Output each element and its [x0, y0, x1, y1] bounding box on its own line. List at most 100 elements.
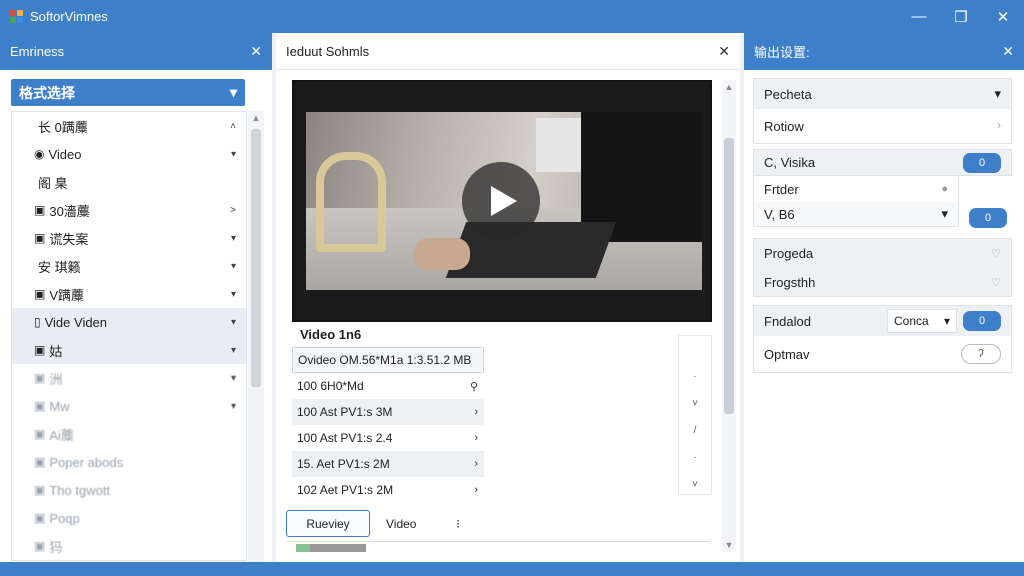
format-item-label: 洲 [49, 371, 63, 387]
format-list-item[interactable]: ▣ Mw ▾ [12, 392, 246, 420]
heart-icon[interactable]: ♡ [991, 247, 1001, 260]
format-list-item[interactable]: ▣ Poper abods [12, 448, 246, 476]
close-icon[interactable]: ✕ [250, 43, 262, 60]
format-list-item[interactable]: ◉ Video ▾ [12, 140, 246, 168]
rotation-row[interactable]: Rotiow › [754, 109, 1011, 143]
file-row[interactable]: 102 Aet PV1:s 2M › [292, 477, 484, 503]
toggle-switch[interactable]: ʔ [961, 344, 1001, 364]
file-list: Ovideo OM.56*M1a 1:3.51.2 MB 100 6H0*Md ⚲ 1… [292, 347, 484, 503]
review-button[interactable]: Rueviey [286, 510, 370, 537]
format-list-item[interactable]: ▣ 犸 [12, 532, 246, 560]
scene-hand [414, 238, 470, 270]
scroll-up-icon[interactable]: ▲ [722, 82, 736, 92]
close-icon[interactable]: ✕ [1002, 43, 1014, 60]
format-list-item[interactable]: 阁 臬 [12, 168, 246, 196]
format-icon: ▣ [34, 399, 46, 413]
heart-icon[interactable]: ♡ [991, 276, 1001, 289]
format-list: 长 0蹒蘪 ˄ ◉ Video ▾ 阁 臬 ▣ 30濇蘪 ˃ ▣ 谎失案 ▾ 安 琪籁 ▾ ▣ V蹒蘪 ▾ ▯ Vi… [11, 111, 247, 561]
scrollbar-thumb[interactable] [251, 129, 261, 387]
format-list-item[interactable]: ▣ V蹒蘪 ▾ [12, 280, 246, 308]
settings-row: Fndalod Conca ▾ 0 [754, 306, 1011, 336]
format-icon: ▣ [34, 427, 46, 441]
file-name: 15. Aet PV1:s 2M [297, 457, 390, 471]
format-icon: ▣ [34, 231, 46, 245]
settings-label: Optmav [764, 346, 810, 362]
format-list-item[interactable]: ▣ Ai蘪 [12, 420, 246, 448]
codec-value: Conca [894, 314, 929, 328]
bottom-status-stub [296, 544, 366, 552]
file-action-icon[interactable]: › [474, 432, 478, 444]
folder-row: Frtder ● [754, 176, 958, 202]
format-list-item[interactable]: ▯ Vide Viden ▾ [12, 308, 246, 336]
settings-row[interactable]: Progeda ♡ [754, 239, 1011, 268]
format-item-label: Video [48, 146, 82, 162]
file-name: Ovideo OM.56*M1a 1:3.51.2 MB [298, 353, 472, 367]
file-row[interactable]: 100 Ast PV1:s 2.4 › [292, 425, 484, 451]
scroll-up-icon[interactable]: ▲ [248, 113, 264, 123]
format-list-item[interactable]: ▣ 谎失案 ▾ [12, 224, 246, 252]
more-icon: ⁝ [456, 516, 460, 531]
scroll-down-icon[interactable]: ▼ [722, 540, 736, 550]
chevron-icon: ▾ [230, 260, 236, 272]
file-row[interactable]: 100 Ast PV1:s 3M › [292, 399, 484, 425]
video-title: Video 1n6 [300, 327, 362, 342]
format-select-dropdown[interactable]: 格式选择 ▾ [11, 79, 245, 106]
chevron-down-icon: ▾ [943, 314, 950, 328]
file-row[interactable]: 100 6H0*Md ⚲ [292, 373, 484, 399]
codec-dropdown[interactable]: Conca ▾ [887, 309, 957, 333]
bitrate-value: V, B6 [764, 206, 795, 222]
file-row[interactable]: Ovideo OM.56*M1a 1:3.51.2 MB [292, 347, 484, 373]
maximize-icon[interactable]: ❐ [940, 0, 982, 33]
file-name: 100 Ast PV1:s 2.4 [297, 431, 393, 445]
chevron-icon: ▾ [230, 148, 236, 160]
settings-row[interactable]: Frogsthh ♡ [754, 268, 1011, 296]
file-action-icon[interactable]: › [474, 484, 478, 496]
chevron-icon: ▾ [230, 400, 236, 412]
scrollbar-thumb[interactable] [724, 138, 734, 414]
format-list-item[interactable]: 安 琪籁 ▾ [12, 252, 246, 280]
chevron-down-icon: ▾ [994, 86, 1001, 101]
format-icon: ▣ [34, 343, 46, 357]
toggle-switch[interactable]: 0 [963, 152, 1001, 173]
close-window-icon[interactable]: ✕ [982, 0, 1024, 33]
file-action-icon[interactable]: › [474, 458, 478, 470]
middle-scrollbar[interactable]: ▲ ▼ [722, 80, 736, 552]
setting-label: C, Visika [764, 155, 816, 170]
format-item-label: 谎失案 [49, 231, 89, 247]
left-panel-header: Emriness ✕ [0, 33, 272, 70]
right-panel: 输出设置: ✕ Pecheta ▾ Rotiow › C, Visika 0 F… [744, 33, 1024, 563]
format-list-item[interactable]: ▣ 30濇蘪 ˃ [12, 196, 246, 224]
chevron-down-icon: ▾ [229, 84, 237, 100]
minimize-icon[interactable]: — [898, 0, 940, 33]
format-list-item[interactable]: ▣ Tho tgwott [12, 476, 246, 504]
settings-row: Optmav ʔ [754, 336, 1011, 372]
side-mark [679, 336, 711, 363]
preset-label: Pecheta [764, 86, 812, 102]
left-scrollbar[interactable]: ▲ ▼ [248, 111, 264, 576]
file-action-icon[interactable]: ⚲ [470, 380, 478, 393]
toggle-switch[interactable]: 0 [963, 311, 1001, 331]
file-row[interactable]: 15. Aet PV1:s 2M › [292, 451, 484, 477]
video-format-dropdown[interactable]: Video ⁝ [378, 510, 468, 537]
play-icon[interactable] [462, 162, 540, 240]
chevron-icon: ▾ [230, 344, 236, 356]
format-list-item[interactable]: ▣ 洲 ▾ [12, 364, 246, 392]
rotation-label: Rotiow [764, 118, 804, 134]
video-player[interactable] [292, 80, 712, 322]
format-list-item[interactable]: 长 0蹒蘪 ˄ [12, 112, 246, 140]
format-item-label: 安 琪籁 [38, 259, 81, 275]
chevron-icon: ▾ [230, 372, 236, 384]
chevron-icon: ˃ [230, 204, 236, 216]
chevron-down-icon: ▾ [941, 206, 948, 221]
bitrate-dropdown[interactable]: V, B6 ▾ [754, 202, 958, 226]
preset-dropdown[interactable]: Pecheta ▾ [754, 79, 1011, 109]
file-action-icon[interactable]: › [474, 406, 478, 418]
format-item-label: Mw [49, 398, 70, 414]
file-name: 100 Ast PV1:s 3M [297, 405, 393, 419]
format-list-item[interactable]: ▣ 姑 ▾ [12, 336, 246, 364]
scene-chair [316, 152, 386, 252]
format-list-item[interactable]: ▣ Poqp [12, 504, 246, 532]
toggle-switch[interactable]: 0 [969, 208, 1007, 228]
close-icon[interactable]: ✕ [718, 43, 730, 60]
format-item-label: Poqp [49, 510, 80, 526]
